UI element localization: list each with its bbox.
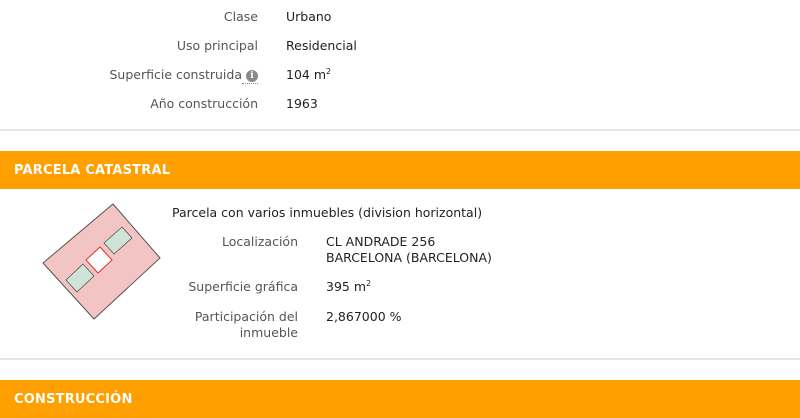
participacion-label-line1: Participación del: [194, 309, 298, 324]
superficie-grafica-value: 395 m2: [326, 279, 371, 294]
superficie-construida-text: Superficie construida: [109, 67, 243, 82]
parcela-catastral-header: PARCELA CATASTRAL: [0, 151, 800, 189]
parcela-catastral-title: PARCELA CATASTRAL: [14, 163, 171, 178]
superficie-construida-number: 104 m: [286, 67, 327, 82]
section-divider: [0, 129, 800, 131]
anio-construccion-label: Año construcción: [150, 96, 258, 111]
localizacion-line2: BARCELONA (BARCELONA): [326, 250, 492, 265]
construccion-header: CONSTRUCCIÓN: [0, 380, 800, 418]
clase-value: Urbano: [286, 9, 332, 24]
superficie-construida-value: 104 m2: [286, 67, 331, 82]
localizacion-line1: CL ANDRADE 256: [326, 234, 436, 249]
superficie-grafica-label: Superficie gráfica: [188, 279, 298, 294]
construccion-title: CONSTRUCCIÓN: [14, 392, 133, 407]
parcel-map-icon[interactable]: [38, 198, 166, 326]
clase-label: Clase: [223, 9, 258, 24]
uso-principal-label: Uso principal: [176, 38, 258, 53]
section-divider: [0, 358, 800, 360]
parcela-description: Parcela con varios inmuebles (division h…: [172, 205, 483, 220]
participacion-value: 2,867000 %: [326, 309, 402, 324]
superficie-grafica-exponent: 2: [366, 279, 372, 288]
participacion-label-line2: inmueble: [239, 325, 298, 340]
superficie-construida-label: Superficie construida i: [40, 67, 258, 84]
localizacion-label: Localización: [221, 234, 298, 249]
superficie-construida-exponent: 2: [326, 67, 332, 76]
superficie-grafica-number: 395 m: [326, 279, 367, 294]
anio-construccion-value: 1963: [286, 96, 318, 111]
info-icon[interactable]: i: [246, 70, 258, 82]
uso-principal-value: Residencial: [286, 38, 357, 53]
info-tooltip-trigger[interactable]: i: [242, 67, 258, 84]
